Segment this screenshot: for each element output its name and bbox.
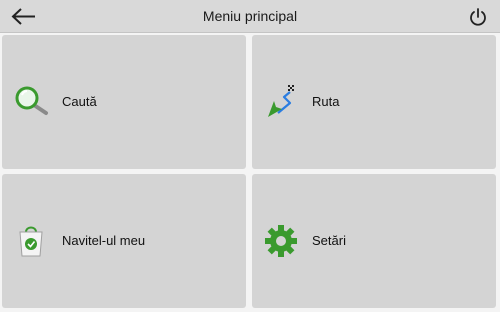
shopping-bag-icon — [19, 226, 43, 257]
menu-tile-label: Navitel-ul meu — [62, 233, 146, 248]
menu-tile-label: Caută — [62, 94, 97, 109]
power-button[interactable] — [468, 7, 488, 27]
power-icon — [470, 8, 486, 26]
menu-tile-search[interactable]: Caută — [2, 35, 246, 169]
main-menu-screen: Meniu principal Caută Ruta Navitel-ul me… — [0, 0, 500, 312]
header-bar: Meniu principal — [0, 0, 500, 33]
route-arrow-icon — [268, 85, 294, 117]
menu-tile-route[interactable]: Ruta — [252, 35, 496, 169]
page-title: Meniu principal — [202, 8, 298, 24]
menu-tile-label: Ruta — [312, 94, 340, 109]
menu-tile-settings[interactable]: Setări — [252, 174, 496, 308]
menu-tile-my-navitel[interactable]: Navitel-ul meu — [2, 174, 246, 308]
gear-icon — [265, 225, 297, 257]
menu-tile-label: Setări — [312, 233, 346, 248]
magnifier-icon — [15, 86, 48, 115]
menu-grid: Caută Ruta Navitel-ul meu Setări — [2, 35, 498, 310]
